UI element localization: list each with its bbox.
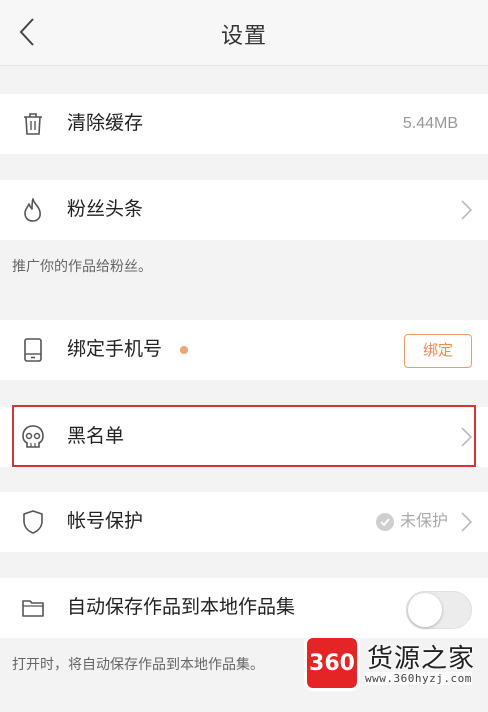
chevron-right-icon	[461, 512, 473, 532]
account-protection-label: 帐号保护	[67, 511, 144, 532]
page-title: 设置	[220, 23, 267, 48]
check-circle-icon	[375, 513, 394, 531]
blacklist-label: 黑名单	[67, 426, 125, 447]
flame-icon	[20, 197, 46, 223]
blacklist-row[interactable]: 黑名单	[0, 407, 488, 467]
trash-icon	[20, 111, 46, 137]
bind-button[interactable]: 绑定	[404, 334, 472, 368]
account-protection-row[interactable]: 帐号保护 未保护	[0, 492, 488, 552]
cache-size: 5.44MB	[402, 115, 458, 132]
toggle-knob	[408, 593, 442, 627]
bind-phone-row[interactable]: 绑定手机号 绑定	[0, 320, 488, 380]
fan-headlines-row[interactable]: 粉丝头条	[0, 180, 488, 240]
clear-cache-row[interactable]: 清除缓存 5.44MB	[0, 94, 488, 154]
chevron-right-icon	[461, 427, 473, 447]
fan-headlines-caption: 推广你的作品给粉丝。	[12, 258, 152, 274]
nav-bar: 设置	[0, 0, 488, 66]
auto-save-label: 自动保存作品到本地作品集	[67, 597, 296, 618]
protection-status-text: 未保护	[399, 513, 448, 530]
notification-dot	[180, 346, 188, 354]
skull-icon	[20, 424, 46, 450]
auto-save-row: 自动保存作品到本地作品集	[0, 578, 488, 638]
watermark-logo: 360	[307, 638, 357, 688]
folder-icon	[20, 595, 46, 621]
watermark-name: 货源之家	[367, 644, 476, 674]
chevron-right-icon	[461, 200, 473, 220]
shield-icon	[20, 509, 46, 535]
fan-headlines-label: 粉丝头条	[67, 199, 144, 220]
protection-status: 未保护	[375, 511, 448, 533]
phone-icon	[20, 337, 46, 363]
bind-phone-label: 绑定手机号	[67, 339, 163, 360]
watermark: 360 货源之家 www.360hyzj.com	[307, 636, 483, 694]
clear-cache-label: 清除缓存	[67, 113, 144, 134]
auto-save-caption: 打开时，将自动保存作品到本地作品集。	[12, 656, 264, 672]
watermark-url: www.360hyzj.com	[365, 672, 472, 685]
auto-save-toggle[interactable]	[406, 591, 472, 629]
